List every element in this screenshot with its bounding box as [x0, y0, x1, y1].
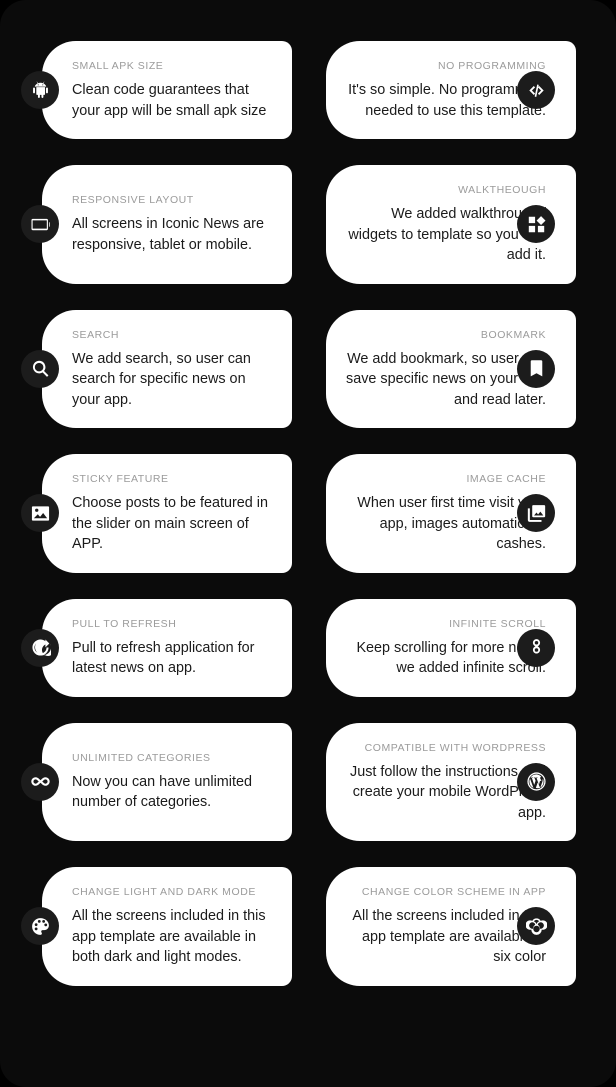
- feature-row: PULL TO REFRESH Pull to refresh applicati…: [0, 598, 616, 697]
- feature-kicker: PULL TO REFRESH: [72, 617, 177, 630]
- row-spacer: [0, 573, 616, 599]
- feature-cell: CHANGE LIGHT AND DARK MODE All the screen…: [0, 867, 326, 986]
- row-spacer: [0, 139, 616, 165]
- feature-cell: NO PROGRAMMING It's so simple. No program…: [326, 41, 576, 139]
- image-icon: [30, 503, 51, 524]
- feature-body: When user first time visit your app, ima…: [357, 495, 546, 552]
- android-icon-badge: [21, 71, 59, 109]
- feature-kicker: IMAGE CACHE: [466, 473, 546, 485]
- feature-card-list: SMALL APK SIZE Clean code guarantees that…: [0, 0, 616, 986]
- row-spacer: [0, 841, 616, 867]
- row-spacer: [0, 428, 616, 454]
- feature-cell: INFINITE SCROLL Keep scrolling for more n…: [326, 598, 576, 697]
- color-lens-circles-icon-badge: [517, 907, 555, 946]
- feature-body: We added walkthrough / widgets to templa…: [348, 206, 546, 263]
- feature-cell: IMAGE CACHE When user first time visit yo…: [326, 454, 576, 573]
- row-spacer: [0, 284, 616, 310]
- image-icon-badge: [21, 494, 59, 533]
- feature-cell: SEARCH We add search, so user can search …: [0, 309, 326, 428]
- feature-row: CHANGE LIGHT AND DARK MODE All the screen…: [0, 867, 616, 986]
- photo-library-icon: [526, 503, 547, 524]
- feature-card-responsive-layout[interactable]: RESPONSIVE LAYOUT All screens in Iconic N…: [42, 165, 292, 284]
- code-icon-badge: [517, 71, 555, 109]
- photo-library-icon-badge: [517, 494, 555, 533]
- feature-cell: CHANGE COLOR SCHEME IN APP All the screen…: [326, 867, 576, 986]
- feature-body: Keep scrolling for more news, we added i…: [356, 639, 546, 677]
- feature-body: Pull to refresh application for latest n…: [72, 639, 255, 677]
- refresh-icon-badge: [21, 628, 59, 667]
- infinity-icon-badge: [21, 762, 59, 801]
- feature-row: SEARCH We add search, so user can search …: [0, 309, 616, 428]
- feature-kicker: COMPATIBLE WITH WORDPRESS: [364, 741, 546, 754]
- feature-cell: PULL TO REFRESH Pull to refresh applicati…: [0, 598, 326, 697]
- feature-kicker: WALKTHEOUGH: [458, 184, 546, 196]
- tablet-icon-badge: [21, 205, 59, 244]
- infinite-vertical-icon: [526, 637, 547, 658]
- feature-kicker: BOOKMARK: [480, 328, 546, 341]
- bookmark-icon: [526, 358, 547, 379]
- wordpress-icon: [526, 771, 547, 792]
- feature-body: It's so simple. No programming needed to…: [348, 82, 546, 119]
- feature-card-sticky-feature[interactable]: STICKY FEATURE Choose posts to be feature…: [42, 454, 292, 573]
- feature-kicker: UNLIMITED CATEGORIES: [72, 751, 211, 764]
- wordpress-icon-badge: [517, 762, 555, 801]
- search-icon: [30, 358, 51, 379]
- palette-icon: [30, 916, 51, 937]
- feature-row: RESPONSIVE LAYOUT All screens in Iconic N…: [0, 165, 616, 284]
- feature-body: Clean code guarantees that your app will…: [72, 82, 267, 119]
- feature-body: Choose posts to be featured in the slide…: [72, 495, 269, 552]
- feature-kicker: CHANGE COLOR SCHEME IN APP: [361, 886, 546, 898]
- app-root: SMALL APK SIZE Clean code guarantees that…: [0, 0, 616, 1087]
- feature-cell: STICKY FEATURE Choose posts to be feature…: [0, 454, 326, 573]
- feature-body: We add bookmark, so user can save specif…: [346, 350, 546, 408]
- feature-card-change-light-and-dark-mode[interactable]: CHANGE LIGHT AND DARK MODE All the screen…: [42, 867, 292, 986]
- row-spacer: [0, 697, 616, 723]
- feature-cell: RESPONSIVE LAYOUT All screens in Iconic N…: [0, 165, 326, 284]
- feature-cell: BOOKMARK We add bookmark, so user can sav…: [326, 309, 576, 428]
- feature-cell: SMALL APK SIZE Clean code guarantees that…: [0, 41, 326, 139]
- feature-kicker: STICKY FEATURE: [72, 473, 169, 485]
- feature-card-pull-to-refresh[interactable]: PULL TO REFRESH Pull to refresh applicati…: [42, 598, 292, 697]
- widgets-icon: [526, 214, 547, 235]
- infinite-vertical-icon-badge: [517, 628, 555, 667]
- feature-row: SMALL APK SIZE Clean code guarantees that…: [0, 41, 616, 139]
- feature-kicker: SEARCH: [72, 328, 120, 341]
- feature-card-unlimited-categories[interactable]: UNLIMITED CATEGORIES Now you can have unl…: [42, 722, 292, 841]
- feature-body: All screens in Iconic News are responsiv…: [72, 216, 264, 253]
- feature-cell: WALKTHEOUGH We added walkthrough / widget…: [326, 165, 576, 284]
- feature-body: All the screens included in this app tem…: [72, 908, 266, 965]
- color-lens-circles-icon: [525, 916, 547, 937]
- feature-cell: COMPATIBLE WITH WORDPRESS Just follow the…: [326, 722, 576, 841]
- feature-body: We add search, so user can search for sp…: [72, 350, 251, 408]
- infinity-icon: [30, 771, 51, 792]
- feature-body: Just follow the instructions and create …: [350, 763, 546, 821]
- tablet-icon: [30, 214, 51, 235]
- feature-row: UNLIMITED CATEGORIES Now you can have unl…: [0, 722, 616, 841]
- bookmark-icon-badge: [517, 349, 555, 388]
- feature-kicker: RESPONSIVE LAYOUT: [72, 194, 194, 207]
- feature-body: Now you can have unlimited number of cat…: [72, 773, 252, 811]
- feature-body: All the screens included in this app tem…: [352, 908, 546, 965]
- feature-kicker: SMALL APK SIZE: [72, 60, 164, 72]
- feature-cell: UNLIMITED CATEGORIES Now you can have unl…: [0, 722, 326, 841]
- feature-card-small-apk-size[interactable]: SMALL APK SIZE Clean code guarantees that…: [42, 41, 292, 139]
- palette-icon-badge: [21, 907, 59, 946]
- android-icon: [30, 80, 51, 101]
- feature-row: STICKY FEATURE Choose posts to be feature…: [0, 454, 616, 573]
- code-icon: [526, 80, 547, 101]
- feature-kicker: CHANGE LIGHT AND DARK MODE: [72, 886, 256, 898]
- search-icon-badge: [21, 349, 59, 388]
- widgets-icon-badge: [517, 205, 555, 244]
- refresh-icon: [30, 637, 51, 658]
- feature-card-search[interactable]: SEARCH We add search, so user can search …: [42, 309, 292, 428]
